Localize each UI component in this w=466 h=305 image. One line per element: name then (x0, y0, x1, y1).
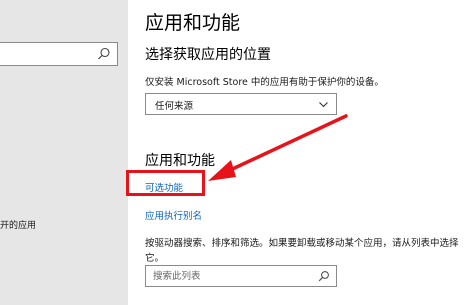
apps-search-input[interactable] (146, 266, 316, 286)
search-icon[interactable] (318, 270, 330, 282)
app-execution-aliases-link[interactable]: 应用执行别名 (145, 208, 202, 222)
page-title: 应用和功能 (145, 12, 241, 34)
sidebar-item-startup-apps[interactable]: 开的应用 (0, 218, 36, 231)
main-panel: 应用和功能 选择获取应用的位置 仅安装 Microsoft Store 中的应用… (128, 0, 466, 305)
annotation-highlight-box (126, 170, 205, 196)
install-source-dropdown[interactable]: 任何来源 (145, 93, 337, 115)
apps-list-description: 按驱动器搜索、排序和筛选。如果要卸载或移动某个应用，请从列表中选择它。 (145, 238, 459, 264)
search-icon[interactable] (97, 47, 111, 61)
install-source-heading: 选择获取应用的位置 (145, 47, 271, 63)
dropdown-value: 任何来源 (155, 101, 194, 112)
sidebar-search-input[interactable] (0, 42, 118, 66)
apps-features-heading: 应用和功能 (145, 153, 215, 169)
sidebar: 开的应用 (0, 0, 128, 305)
chevron-down-icon (319, 102, 328, 108)
apps-search-box[interactable] (145, 265, 337, 287)
install-source-description: 仅安装 Microsoft Store 中的应用有助于保护你的设备。 (145, 77, 384, 88)
